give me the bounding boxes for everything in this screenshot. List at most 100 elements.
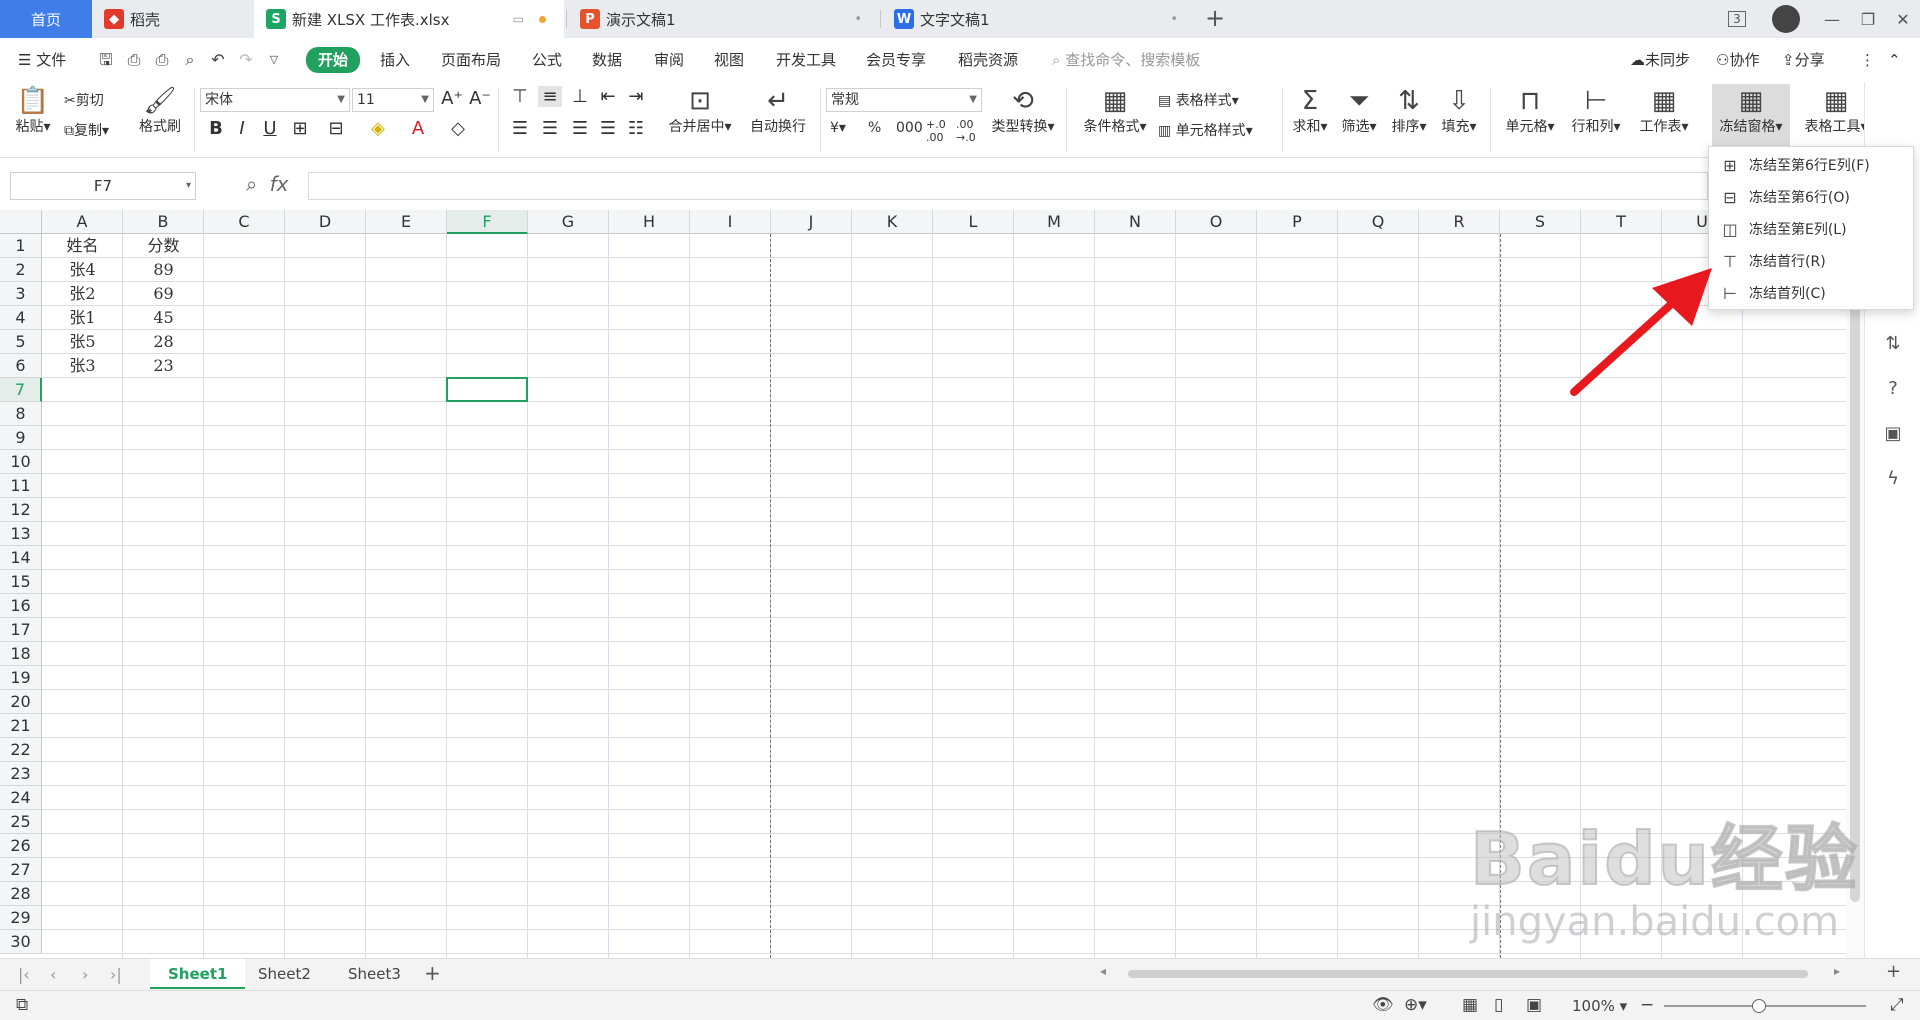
cell-fill-icon[interactable]: ⊟ [324,118,348,139]
close-icon[interactable]: ✕ [1886,0,1920,38]
border-icon[interactable]: ⊞ [288,118,312,139]
row-header-11[interactable]: 11 [0,474,42,498]
align-middle-icon[interactable]: ≡ [538,86,562,107]
column-header-P[interactable]: P [1257,210,1338,234]
bold-icon[interactable]: B [204,118,228,139]
sort-button[interactable]: ⇅ 排序▾ [1386,86,1432,136]
freeze-to-row6-colE[interactable]: ⊞ 冻结至第6行E列(F) [1709,149,1913,181]
share-button[interactable]: ⇪分享 [1782,48,1825,72]
row-header-17[interactable]: 17 [0,618,42,642]
align-left-icon[interactable]: ☰ [508,118,532,139]
auto-wrap-button[interactable]: ↵ 自动换行 [742,86,814,136]
tab-ppt[interactable]: P 演示文稿1 • [568,0,878,38]
increase-indent-icon[interactable]: ⇥ [624,86,648,107]
column-header-T[interactable]: T [1581,210,1662,234]
quick-access-dropdown-icon[interactable]: ▽ [264,50,284,70]
italic-icon[interactable]: I [230,118,254,139]
column-header-D[interactable]: D [285,210,366,234]
font-color-icon[interactable]: A [406,118,430,139]
tab-home[interactable]: 首页 [0,0,92,38]
column-header-E[interactable]: E [366,210,447,234]
row-col-button[interactable]: ⊢ 行和列▾ [1564,86,1628,136]
menu-insert[interactable]: 插入 [380,48,410,72]
row-header-4[interactable]: 4 [0,306,42,330]
freeze-first-column[interactable]: ⊢ 冻结首列(C) [1709,277,1913,309]
transfer-icon[interactable]: ⇅ [1881,332,1905,356]
font-name-select[interactable]: 宋体 ▼ [200,88,350,112]
menu-developer[interactable]: 开发工具 [776,48,836,72]
worksheet-button[interactable]: ▦ 工作表▾ [1632,86,1696,136]
print-preview-icon[interactable]: ⌕ [180,50,200,70]
freeze-to-row6[interactable]: ⊟ 冻结至第6行(O) [1709,181,1913,213]
paste-button[interactable]: 📋 粘贴▾ [10,86,56,136]
tab-doc[interactable]: W 文字文稿1 • [882,0,1194,38]
decrease-indent-icon[interactable]: ⇤ [596,86,620,107]
zoom-level[interactable]: 100% ▾ [1572,997,1627,1015]
window-count-badge[interactable]: 3 [1720,0,1754,38]
new-tab-button[interactable]: + [1198,3,1232,35]
lightning-icon[interactable]: ϟ [1881,467,1905,491]
table-cell[interactable]: 张5 [42,330,123,354]
row-header-9[interactable]: 9 [0,426,42,450]
clear-format-icon[interactable]: ◇ [446,118,470,139]
column-header-I[interactable]: I [690,210,771,234]
cut-button[interactable]: ✂剪切 [64,90,104,110]
row-header-16[interactable]: 16 [0,594,42,618]
thousands-separator-icon[interactable]: 000 [896,120,923,136]
command-search[interactable]: ⌕ 查找命令、搜索模板 [1052,48,1200,72]
undo-icon[interactable]: ↶ [208,50,228,70]
collaborate-button[interactable]: ⚇协作 [1716,48,1759,72]
column-header-B[interactable]: B [123,210,204,234]
table-cell[interactable]: 69 [123,282,204,306]
underline-icon[interactable]: U [258,118,282,139]
table-cell[interactable]: 28 [123,330,204,354]
avatar[interactable] [1768,0,1804,38]
table-cell[interactable]: 张1 [42,306,123,330]
zoom-slider[interactable] [1664,999,1866,1013]
fill-button[interactable]: ⇩ 填充▾ [1436,86,1482,136]
row-header-22[interactable]: 22 [0,738,42,762]
tab-close-dot-icon[interactable]: • [854,12,862,27]
row-header-3[interactable]: 3 [0,282,42,306]
menu-view[interactable]: 视图 [714,48,744,72]
menu-formula[interactable]: 公式 [532,48,562,72]
select-all-corner[interactable] [0,210,42,234]
scroll-left-icon[interactable]: ◂ [1100,964,1106,978]
prev-sheet-icon[interactable]: ‹ [50,965,56,984]
column-header-L[interactable]: L [933,210,1014,234]
menu-daoke-resources[interactable]: 稻壳资源 [958,48,1018,72]
table-cell[interactable]: 张3 [42,354,123,378]
minimize-icon[interactable]: — [1814,0,1850,38]
row-header-5[interactable]: 5 [0,330,42,354]
row-header-15[interactable]: 15 [0,570,42,594]
row-header-23[interactable]: 23 [0,762,42,786]
horizontal-scroll-thumb[interactable] [1128,970,1808,978]
zoom-search-icon[interactable]: ⌕ [246,172,257,196]
freeze-first-row[interactable]: ⊤ 冻结首行(R) [1709,245,1913,277]
column-header-J[interactable]: J [771,210,852,234]
number-format-select[interactable]: 常规 ▼ [826,88,982,112]
tab-close-dot-icon[interactable]: • [1170,12,1178,27]
table-cell[interactable]: 张4 [42,258,123,282]
last-sheet-icon[interactable]: ›| [110,965,122,984]
column-header-O[interactable]: O [1176,210,1257,234]
merge-center-button[interactable]: ⊡ 合并居中▾ [660,86,740,136]
row-header-14[interactable]: 14 [0,546,42,570]
conditional-format-button[interactable]: ▦ 条件格式▾ [1076,86,1154,136]
export-pdf-icon[interactable]: ⎙ [124,50,144,70]
menu-start[interactable]: 开始 [306,47,361,73]
row-header-13[interactable]: 13 [0,522,42,546]
column-header-H[interactable]: H [609,210,690,234]
row-header-20[interactable]: 20 [0,690,42,714]
tab-daoke[interactable]: ◆ 稻壳 [92,0,252,38]
filter-button[interactable]: ⏷ 筛选▾ [1336,86,1382,136]
column-header-S[interactable]: S [1500,210,1581,234]
cell-style-button[interactable]: ▥ 单元格样式▾ [1158,120,1253,140]
horizontal-scrollbar[interactable]: ◂ ▸ [1100,964,1840,981]
column-header-A[interactable]: A [42,210,123,234]
row-header-8[interactable]: 8 [0,402,42,426]
format-painter-button[interactable]: 🖌 格式刷 [134,86,186,136]
column-header-M[interactable]: M [1014,210,1095,234]
align-right-icon[interactable]: ☰ [568,118,592,139]
menu-data[interactable]: 数据 [592,48,622,72]
